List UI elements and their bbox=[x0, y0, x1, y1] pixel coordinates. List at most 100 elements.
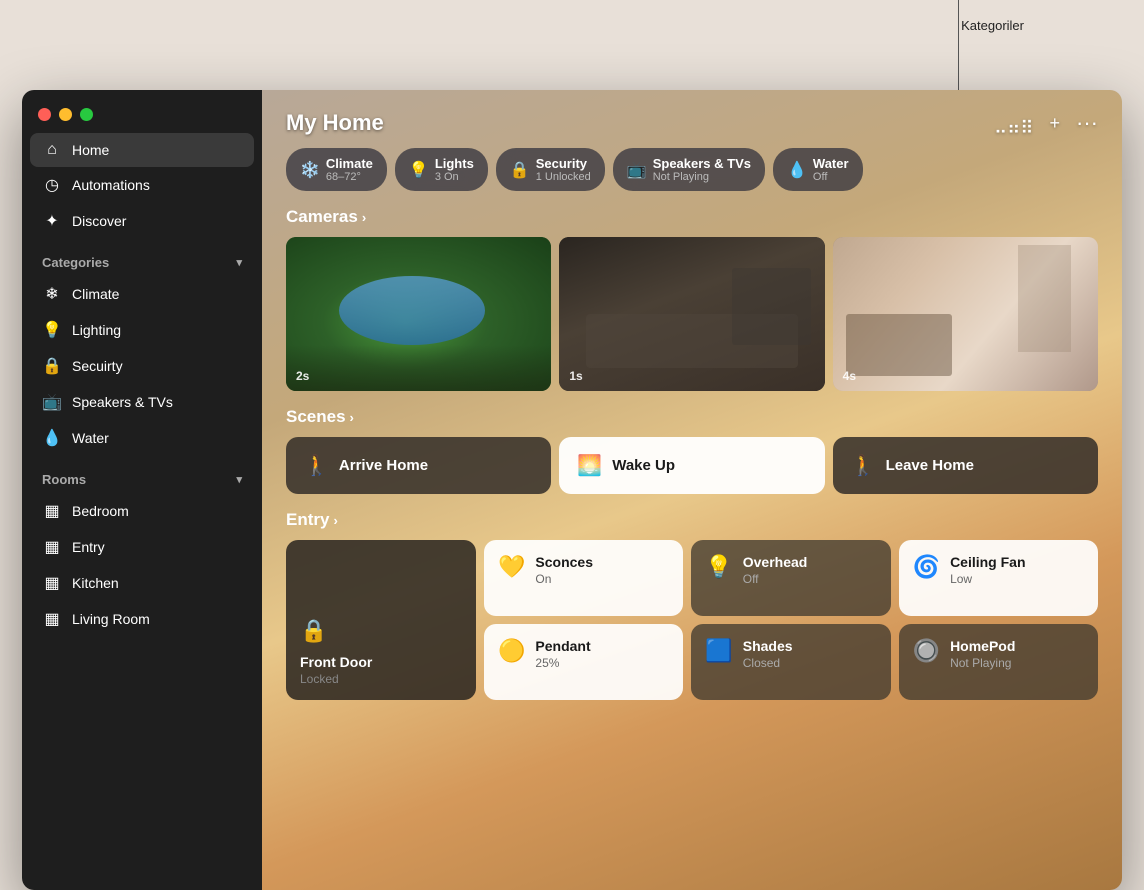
camera-pool-label: 2s bbox=[296, 369, 309, 383]
main-content: My Home ⣀⣤⣶ + ··· ❄️ Climate 68–72° bbox=[262, 90, 1122, 890]
close-button[interactable] bbox=[38, 108, 51, 121]
sidebar-label-entry: Entry bbox=[72, 539, 105, 555]
sidebar-item-water[interactable]: 💧 Water bbox=[30, 420, 254, 456]
water-icon: 💧 bbox=[42, 428, 62, 448]
discover-icon: ✦ bbox=[42, 211, 62, 231]
scenes-row: 🚶 Arrive Home 🌅 Wake Up 🚶 Leave Home bbox=[262, 437, 1122, 510]
scenes-label: Scenes bbox=[286, 407, 346, 427]
card-ceiling-fan[interactable]: 🌀 Ceiling Fan Low bbox=[899, 540, 1098, 616]
ceiling-fan-status: Low bbox=[950, 572, 1025, 586]
card-homepod[interactable]: 🔘 HomePod Not Playing bbox=[899, 624, 1098, 700]
card-pendant[interactable]: 🟡 Pendant 25% bbox=[484, 624, 683, 700]
category-pills: ❄️ Climate 68–72° 💡 Lights 3 On bbox=[262, 148, 1122, 207]
homepod-name: HomePod bbox=[950, 638, 1015, 654]
camera-pool[interactable]: 2s bbox=[286, 237, 551, 391]
scene-wake-up[interactable]: 🌅 Wake Up bbox=[559, 437, 824, 494]
traffic-lights bbox=[22, 90, 262, 133]
camera-living-label: 4s bbox=[843, 369, 856, 383]
overhead-icon: 💡 bbox=[705, 554, 732, 580]
sidebar-item-automations[interactable]: ◷ Automations bbox=[30, 167, 254, 203]
climate-pill-icon: ❄️ bbox=[300, 160, 320, 180]
wake-up-icon: 🌅 bbox=[577, 453, 602, 478]
kitchen-icon: ▦ bbox=[42, 573, 62, 593]
automations-icon: ◷ bbox=[42, 175, 62, 195]
sidebar-label-climate: Climate bbox=[72, 286, 119, 302]
leave-home-icon: 🚶 bbox=[851, 453, 876, 478]
sidebar-item-home[interactable]: ⌂ Home bbox=[30, 133, 254, 167]
card-front-door[interactable]: 🔒 Front Door Locked bbox=[286, 540, 476, 700]
sidebar-label-lighting: Lighting bbox=[72, 322, 121, 338]
card-sconces[interactable]: 💛 Sconces On bbox=[484, 540, 683, 616]
speakers-pill-icon: 📺 bbox=[627, 160, 647, 180]
entry-icon: ▦ bbox=[42, 537, 62, 557]
sidebar-item-entry[interactable]: ▦ Entry bbox=[30, 529, 254, 565]
sidebar-label-home: Home bbox=[72, 142, 109, 158]
scene-arrive-home[interactable]: 🚶 Arrive Home bbox=[286, 437, 551, 494]
sidebar-item-security[interactable]: 🔒 Secuirty bbox=[30, 348, 254, 384]
scenes-section-header[interactable]: Scenes › bbox=[262, 407, 1122, 437]
ceiling-fan-icon: 🌀 bbox=[913, 554, 940, 580]
climate-icon: ❄ bbox=[42, 284, 62, 304]
sidebar-item-living-room[interactable]: ▦ Living Room bbox=[30, 601, 254, 637]
page-title: My Home bbox=[286, 110, 384, 136]
camera-living[interactable]: 4s bbox=[833, 237, 1098, 391]
shades-icon: 🟦 bbox=[705, 638, 732, 664]
arrive-home-icon: 🚶 bbox=[304, 453, 329, 478]
security-pill-status: 1 Unlocked bbox=[536, 171, 591, 183]
more-button[interactable]: ··· bbox=[1076, 110, 1098, 136]
scenes-chevron: › bbox=[350, 410, 354, 425]
sidebar-item-climate[interactable]: ❄ Climate bbox=[30, 276, 254, 312]
front-door-icon: 🔒 bbox=[300, 618, 327, 644]
speakers-icon: 📺 bbox=[42, 392, 62, 412]
sidebar-item-discover[interactable]: ✦ Discover bbox=[30, 203, 254, 239]
lights-pill-status: 3 On bbox=[435, 171, 474, 183]
card-overhead[interactable]: 💡 Overhead Off bbox=[691, 540, 890, 616]
water-pill-icon: 💧 bbox=[787, 160, 807, 180]
camera-garage[interactable]: 1s bbox=[559, 237, 824, 391]
homepod-status: Not Playing bbox=[950, 656, 1015, 670]
sidebar-item-lighting[interactable]: 💡 Lighting bbox=[30, 312, 254, 348]
lighting-icon: 💡 bbox=[42, 320, 62, 340]
add-button[interactable]: + bbox=[1050, 113, 1061, 134]
pill-speakers[interactable]: 📺 Speakers & TVs Not Playing bbox=[613, 148, 765, 191]
security-pill-name: Security bbox=[536, 156, 591, 171]
entry-grid: 🔒 Front Door Locked 💛 Sconces On bbox=[262, 540, 1122, 716]
pill-climate[interactable]: ❄️ Climate 68–72° bbox=[286, 148, 387, 191]
entry-section-header[interactable]: Entry › bbox=[262, 510, 1122, 540]
front-door-status: Locked bbox=[300, 672, 372, 686]
living-room-icon: ▦ bbox=[42, 609, 62, 629]
leave-home-label: Leave Home bbox=[886, 457, 974, 474]
card-shades[interactable]: 🟦 Shades Closed bbox=[691, 624, 890, 700]
rooms-section-header[interactable]: Rooms ▾ bbox=[30, 456, 254, 493]
annotation-top: Kategoriler bbox=[961, 18, 1024, 33]
lights-pill-name: Lights bbox=[435, 156, 474, 171]
sidebar-label-speakers: Speakers & TVs bbox=[72, 394, 173, 410]
scroll-area[interactable]: Cameras › 2s bbox=[262, 207, 1122, 890]
minimize-button[interactable] bbox=[59, 108, 72, 121]
pill-security[interactable]: 🔒 Security 1 Unlocked bbox=[496, 148, 605, 191]
arrive-home-label: Arrive Home bbox=[339, 457, 428, 474]
waveform-button[interactable]: ⣀⣤⣶ bbox=[994, 113, 1034, 134]
security-icon: 🔒 bbox=[42, 356, 62, 376]
entry-chevron: › bbox=[333, 513, 337, 528]
scene-leave-home[interactable]: 🚶 Leave Home bbox=[833, 437, 1098, 494]
camera-garage-label: 1s bbox=[569, 369, 582, 383]
cameras-row: 2s 1s bbox=[262, 237, 1122, 407]
rooms-chevron: ▾ bbox=[236, 473, 242, 486]
sidebar-label-bedroom: Bedroom bbox=[72, 503, 129, 519]
security-pill-icon: 🔒 bbox=[510, 160, 530, 180]
pill-water[interactable]: 💧 Water Off bbox=[773, 148, 863, 191]
overhead-status: Off bbox=[743, 572, 808, 586]
categories-section-header[interactable]: Categories ▾ bbox=[30, 239, 254, 276]
overhead-name: Overhead bbox=[743, 554, 808, 570]
sidebar-item-bedroom[interactable]: ▦ Bedroom bbox=[30, 493, 254, 529]
sidebar-item-speakers[interactable]: 📺 Speakers & TVs bbox=[30, 384, 254, 420]
pill-lights[interactable]: 💡 Lights 3 On bbox=[395, 148, 488, 191]
fullscreen-button[interactable] bbox=[80, 108, 93, 121]
cameras-section-header[interactable]: Cameras › bbox=[262, 207, 1122, 237]
sidebar-label-automations: Automations bbox=[72, 177, 150, 193]
front-door-name: Front Door bbox=[300, 654, 372, 670]
sidebar-item-kitchen[interactable]: ▦ Kitchen bbox=[30, 565, 254, 601]
categories-chevron: ▾ bbox=[236, 256, 242, 269]
homepod-icon: 🔘 bbox=[913, 638, 940, 664]
